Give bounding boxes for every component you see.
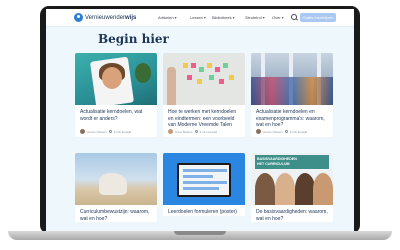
card-image bbox=[163, 153, 245, 205]
card-title[interactable]: Hoe te werken met kerndoelen en eindterm… bbox=[163, 105, 245, 128]
card-title[interactable]: Actualisatie kerndoelen en examenprogram… bbox=[251, 105, 333, 128]
avatar bbox=[80, 129, 85, 134]
chevron-down-icon: ▾ bbox=[174, 15, 177, 20]
nav-item-label: Sleutelrol bbox=[245, 15, 262, 20]
card-read-time: 4 min leestijd bbox=[199, 129, 218, 134]
card-image bbox=[163, 53, 245, 105]
browser-viewport: Vernieuwenderwijs Artikelen ▾ Lessen ▾ B… bbox=[46, 9, 354, 231]
logo-text-light: Vernieuwender bbox=[85, 14, 126, 21]
card-title[interactable]: Leerdoelen formuleren (poster) bbox=[163, 205, 245, 216]
nav-item-artikelen[interactable]: Artikelen ▾ bbox=[158, 15, 177, 20]
card-author: Hanne Nielsen bbox=[87, 129, 107, 134]
article-card[interactable]: Leerdoelen formuleren (poster) bbox=[163, 153, 245, 216]
clock-icon bbox=[108, 130, 112, 133]
card-read-time: 3 min leestijd bbox=[113, 129, 132, 134]
avatar bbox=[256, 129, 261, 134]
chevron-down-icon: ▾ bbox=[281, 15, 284, 20]
card-meta: Hanne Nielsen 3 min leestijd bbox=[75, 127, 157, 137]
logo-text: Vernieuwenderwijs bbox=[85, 15, 136, 21]
card-author: Hanne Nielsen bbox=[263, 129, 283, 134]
article-card[interactable]: Actualisatie kerndoelen en examenprogram… bbox=[251, 53, 333, 137]
nav-item-lessen[interactable]: Lessen ▾ bbox=[190, 15, 206, 20]
card-title[interactable]: De basisvaardigheden: waarom, wat en hoe… bbox=[251, 205, 333, 222]
nav-item-bibliotheek[interactable]: Bibliotheek ▾ bbox=[212, 15, 235, 20]
clock-icon bbox=[194, 130, 198, 133]
nav-item-label: Bibliotheek bbox=[212, 15, 232, 20]
article-card[interactable]: Curriculumbewustzijn: waarom, wat en hoe… bbox=[75, 153, 157, 223]
signup-button[interactable]: Gratis Inschrijven bbox=[300, 13, 336, 22]
nav-item-label: Artikelen bbox=[158, 15, 174, 20]
nav-item-sleutelrol[interactable]: Sleutelrol ▾ bbox=[245, 15, 265, 20]
article-card[interactable]: Actualisatie kerndoelen, wat wordt er an… bbox=[75, 53, 157, 137]
nav-item-label: Lessen bbox=[190, 15, 203, 20]
card-image bbox=[251, 53, 333, 105]
logo-text-bold: wijs bbox=[125, 14, 137, 21]
card-author: Anne Meijers bbox=[175, 129, 193, 134]
card-image bbox=[75, 153, 157, 205]
nav-item-label: Over bbox=[272, 15, 281, 20]
page-title: Begin hier bbox=[98, 32, 169, 46]
top-navbar: Vernieuwenderwijs Artikelen ▾ Lessen ▾ B… bbox=[46, 9, 354, 27]
nav-item-over[interactable]: Over ▾ bbox=[272, 15, 284, 20]
chevron-down-icon: ▾ bbox=[203, 15, 206, 20]
card-title[interactable]: Curriculumbewustzijn: waarom, wat en hoe… bbox=[75, 205, 157, 222]
card-image: BASISVAARDIGHEDEN HET CURRICULUM bbox=[251, 153, 333, 205]
card-image bbox=[75, 53, 157, 105]
chevron-down-icon: ▾ bbox=[262, 15, 265, 20]
article-card[interactable]: BASISVAARDIGHEDEN HET CURRICULUM De basi… bbox=[251, 153, 333, 223]
article-card[interactable]: Hoe te werken met kerndoelen en eindterm… bbox=[163, 53, 245, 137]
search-icon[interactable] bbox=[291, 14, 297, 20]
card-read-time: 3 min leestijd bbox=[289, 129, 308, 134]
avatar bbox=[168, 129, 173, 134]
clock-icon bbox=[284, 130, 288, 133]
logo-icon bbox=[74, 13, 83, 22]
card-image-banner: BASISVAARDIGHEDEN HET CURRICULUM bbox=[257, 157, 297, 166]
card-title[interactable]: Actualisatie kerndoelen, wat wordt er an… bbox=[75, 105, 157, 127]
chevron-down-icon: ▾ bbox=[232, 15, 235, 20]
site-logo[interactable]: Vernieuwenderwijs bbox=[74, 13, 136, 22]
laptop-notch bbox=[174, 231, 226, 235]
